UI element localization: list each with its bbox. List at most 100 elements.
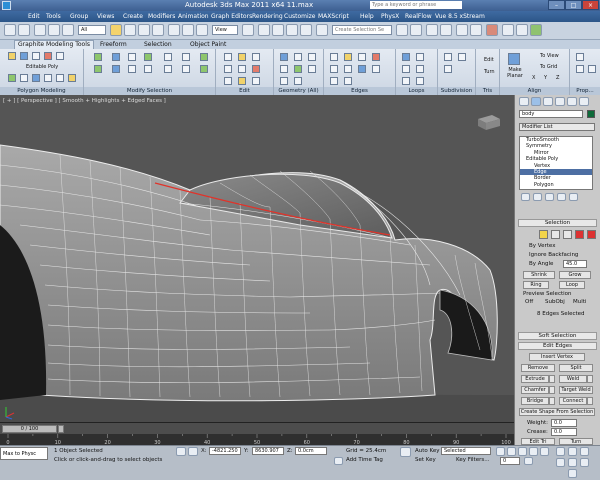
outline-icon[interactable] [164, 53, 172, 61]
modify-tab-icon[interactable] [531, 97, 541, 106]
maxscript-listener[interactable]: Max to Physc [0, 447, 48, 460]
menu-rendering[interactable]: Rendering [252, 13, 283, 20]
mirror-icon[interactable] [396, 24, 408, 36]
polygon-mode-icon[interactable] [44, 52, 52, 60]
insert-vertex-button[interactable]: Insert Vertex [529, 353, 585, 361]
turn-button[interactable]: Turn [559, 438, 593, 445]
dot-loop-icon[interactable] [128, 65, 136, 73]
undo-icon[interactable] [4, 24, 16, 36]
toggle-command-mode-icon[interactable] [32, 74, 40, 82]
remove-edges-icon[interactable] [372, 53, 380, 61]
create-icon[interactable] [294, 53, 302, 61]
ignore-backfacing-checkbox[interactable]: Ignore Backfacing [529, 252, 578, 258]
menu-physx[interactable]: PhysX [381, 13, 399, 20]
material-editor-icon[interactable] [486, 24, 498, 36]
preserve-uv-icon[interactable] [224, 53, 232, 61]
p-connect-icon[interactable] [224, 77, 232, 85]
time-slider[interactable]: 0 / 100 [2, 425, 57, 433]
ring-icon[interactable] [112, 65, 120, 73]
chamfer-edges-icon[interactable] [358, 53, 366, 61]
app-icon[interactable] [2, 1, 11, 10]
tab-object-paint[interactable]: Object Paint [190, 41, 226, 48]
viewport-label[interactable]: [ + ] [ Perspective ] [ Smooth + Highlig… [3, 98, 166, 104]
weld-settings-icon[interactable] [587, 375, 593, 383]
create-shape-icon[interactable] [344, 77, 352, 85]
tris-label[interactable]: Tris [476, 87, 499, 95]
render-setup-icon[interactable] [502, 24, 514, 36]
loop-tools-icon[interactable] [402, 53, 410, 61]
geometry-label[interactable]: Geometry (All) [274, 87, 323, 95]
menu-customize[interactable]: Customize [284, 13, 316, 20]
step-mode-icon[interactable] [200, 65, 208, 73]
auto-key-button[interactable]: Auto Key [415, 448, 440, 454]
element-mode-icon[interactable] [56, 52, 64, 60]
perspective-viewport[interactable]: [ + ] [ Perspective ] [ Smooth + Highlig… [0, 95, 514, 422]
detach-icon[interactable] [294, 65, 302, 73]
connect-button[interactable]: Connect [559, 397, 587, 405]
subdivision-label[interactable]: Subdivision [438, 87, 475, 95]
by-vertex-checkbox[interactable]: By Vertex [529, 243, 555, 249]
time-configuration-icon[interactable] [524, 457, 533, 465]
selection-rollout-header[interactable]: Selection [518, 219, 597, 227]
menu-help[interactable]: Help [360, 13, 374, 20]
insert-vertex-icon[interactable] [330, 77, 338, 85]
make-unique-icon[interactable] [545, 193, 554, 201]
render-icon[interactable] [530, 24, 542, 36]
remove-button[interactable]: Remove [521, 364, 555, 372]
relax-icon[interactable] [280, 53, 288, 61]
curve-editor-icon[interactable] [456, 24, 468, 36]
search-input[interactable]: Type a keyword or phrase [370, 1, 462, 9]
tessellate-icon[interactable] [458, 53, 466, 61]
edge-mode-icon[interactable] [20, 52, 28, 60]
weight-spinner[interactable]: 0.0 [551, 419, 577, 427]
scale-icon[interactable] [196, 24, 208, 36]
meshsmooth-icon[interactable] [444, 53, 452, 61]
select-object-icon[interactable] [110, 24, 122, 36]
edit-named-selection-icon[interactable] [316, 24, 328, 36]
object-color-swatch[interactable] [587, 110, 595, 118]
hard-icon[interactable] [576, 53, 584, 61]
extrude-edges-icon[interactable] [344, 53, 352, 61]
border-subobject-icon[interactable] [563, 230, 572, 239]
menu-graph-editors[interactable]: Graph Editors [211, 13, 252, 20]
show-end-result-toggle-icon[interactable] [533, 193, 542, 201]
create-shape-button[interactable]: Create Shape From Selection [519, 408, 595, 416]
similar-icon[interactable] [164, 65, 172, 73]
modify-selection-label[interactable]: Modify Selection [84, 87, 215, 95]
maximize-viewport-icon[interactable] [568, 469, 577, 478]
key-mode-icon[interactable] [400, 447, 411, 457]
tab-graphite-modeling-tools[interactable]: Graphite Modeling Tools [14, 40, 95, 49]
smooth-30-icon[interactable] [588, 65, 596, 73]
x-coord-field[interactable]: -4821.250 [209, 447, 241, 455]
bridge-settings-icon[interactable] [549, 397, 555, 405]
to-grid-label[interactable]: To Grid [540, 64, 557, 70]
play-icon[interactable] [518, 447, 527, 456]
window-crossing-icon[interactable] [152, 24, 164, 36]
z-coord-field[interactable]: 0.0cm [295, 447, 327, 455]
configure-sets-icon[interactable] [569, 193, 578, 201]
create-tab-icon[interactable] [519, 97, 529, 106]
tweak-icon[interactable] [238, 53, 246, 61]
menu-edit[interactable]: Edit [28, 13, 40, 20]
graphite-toggle-icon[interactable] [440, 24, 452, 36]
build-corner-icon[interactable] [416, 77, 424, 85]
select-by-name-icon[interactable] [124, 24, 136, 36]
menu-modifiers[interactable]: Modifiers [148, 13, 175, 20]
swiftloop-icon[interactable] [238, 65, 246, 73]
edit-tri-button[interactable]: Edit Tri [521, 438, 555, 445]
close-button[interactable]: × [582, 0, 599, 10]
time-tag-icon[interactable] [334, 457, 343, 465]
connect-edges-icon[interactable] [330, 65, 338, 73]
crease-spinner[interactable]: 0.0 [551, 428, 577, 436]
chamfer-button[interactable]: Chamfer [521, 386, 549, 394]
edit-edges-rollout-header[interactable]: Edit Edges [518, 342, 597, 350]
repeat-icon[interactable] [252, 53, 260, 61]
use-displacement-icon[interactable] [444, 65, 452, 73]
align-y-label[interactable]: Y [544, 75, 547, 81]
redo-icon[interactable] [18, 24, 30, 36]
track-bar[interactable]: 0 10 20 30 40 50 60 70 80 90 100 [0, 434, 514, 445]
align-label[interactable]: Align [500, 87, 569, 95]
split-button[interactable]: Split [559, 364, 593, 372]
menu-vue-xstream[interactable]: Vue 8.5 xStream [435, 13, 485, 20]
tab-selection[interactable]: Selection [144, 41, 172, 48]
